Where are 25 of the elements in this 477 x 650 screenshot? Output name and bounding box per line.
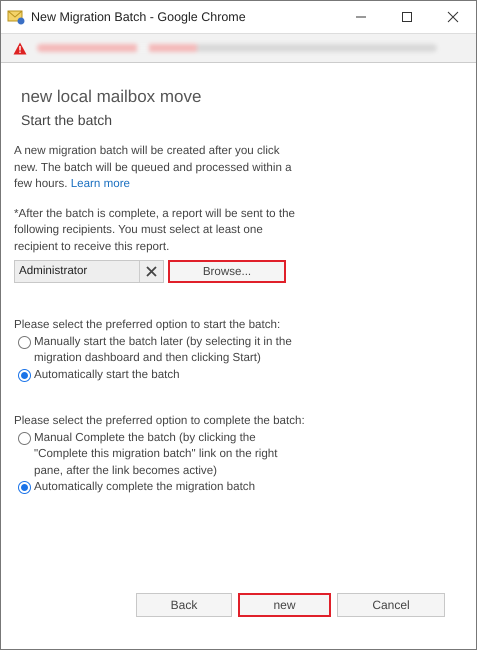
step-title: Start the batch (21, 111, 114, 130)
option-label: Manually start the batch later (by selecting it in the migration dashboard and then clicking Start) (34, 334, 293, 366)
browse-button[interactable]: Browse... (168, 260, 286, 283)
option-label: Manual Complete the batch (by clicking the "Complete this migration batch" link on the right pane, after the link becomes active) (34, 430, 278, 478)
option-label: Automatically start the batch (34, 366, 180, 382)
close-icon[interactable] (447, 11, 459, 23)
intro-text: A new migration batch will be created after you click new. The batch will be queued and processed within a few hours. Learn more (14, 143, 293, 192)
option-prompt: Please select the preferred option to start the batch: (14, 317, 282, 333)
maximize-icon[interactable] (401, 11, 413, 23)
dialog-button[interactable]: Back (136, 593, 232, 617)
recipients-note: *After the batch is complete, a report will be sent to the following recipients. You must select at least one recipient to receive this report. (14, 206, 296, 254)
option-label: Automatically complete the migration batch (34, 479, 256, 495)
warning-icon (13, 42, 27, 54)
learn-more-link[interactable]: Learn more (70, 177, 130, 190)
dialog-button[interactable]: Cancel (337, 593, 445, 617)
dialog-heading: new local mailbox move (21, 86, 202, 108)
envelope-icon (7, 9, 25, 25)
recipient-field[interactable]: Administrator (14, 260, 164, 283)
dialog-button[interactable]: new (238, 593, 331, 617)
radio-button[interactable] (18, 368, 31, 382)
window-title: New Migration Batch - Google Chrome (31, 8, 247, 26)
radio-button[interactable] (18, 432, 31, 444)
radio-button[interactable] (18, 481, 31, 494)
option-prompt: Please select the preferred option to complete the batch: (14, 413, 306, 429)
radio-button[interactable] (18, 336, 31, 348)
